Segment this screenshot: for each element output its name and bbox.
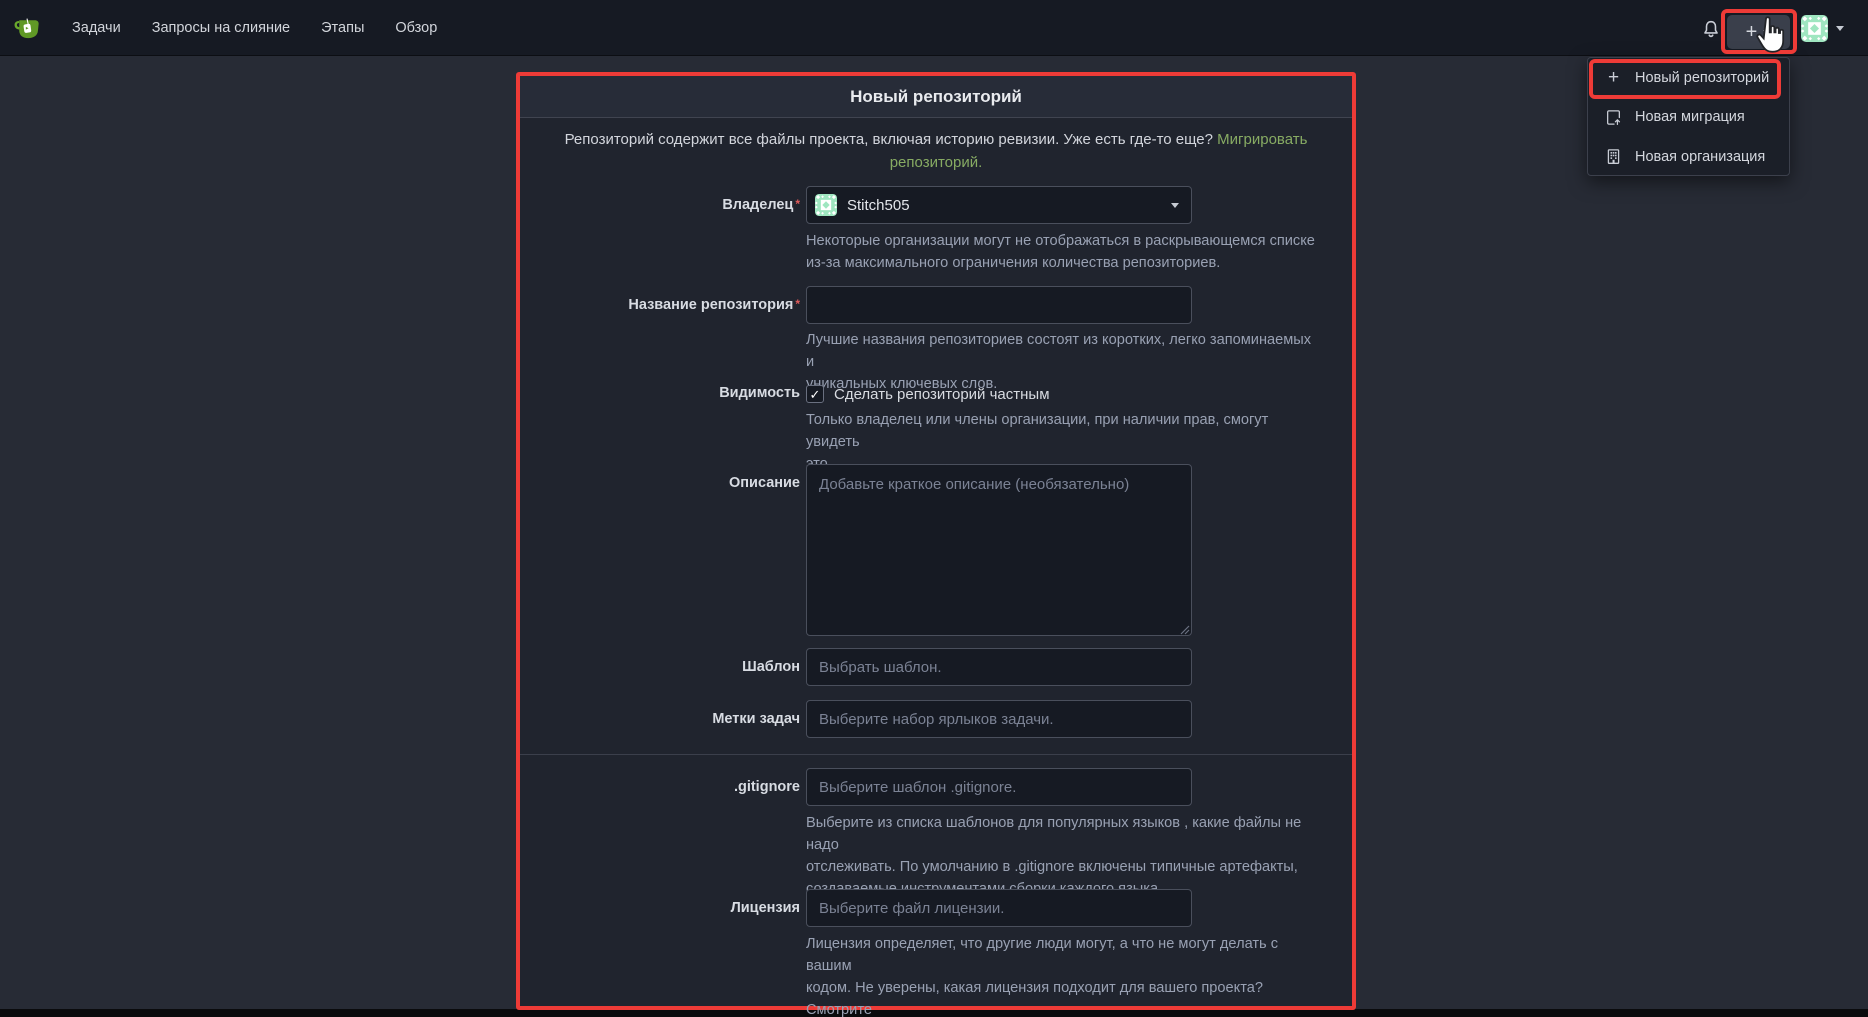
organization-icon — [1605, 148, 1622, 165]
private-checkbox[interactable]: ✓ — [806, 385, 824, 403]
template-input[interactable] — [806, 648, 1192, 686]
visibility-label: Видимость — [520, 385, 800, 401]
menu-item-label: Новая организация — [1635, 149, 1765, 165]
owner-value: Stitch505 — [847, 197, 1161, 214]
menu-item-new-migration[interactable]: Новая миграция — [1588, 98, 1789, 138]
issue-labels-input[interactable] — [806, 700, 1192, 738]
menu-item-new-repository[interactable]: + Новый репозиторий — [1588, 58, 1789, 98]
owner-label: Владелец* — [520, 197, 800, 213]
license-help: Лицензия определяет, что другие люди мог… — [806, 933, 1318, 1017]
migrate-repository-link[interactable]: репозиторий. — [890, 154, 983, 171]
required-asterisk: * — [795, 297, 800, 311]
description-label: Описание — [520, 475, 800, 491]
gitignore-label: .gitignore — [520, 779, 800, 795]
notifications-bell-icon[interactable] — [1700, 18, 1722, 40]
new-repository-panel: Новый репозиторий Репозиторий содержит в… — [516, 72, 1356, 1010]
gitignore-input[interactable] — [806, 768, 1192, 806]
plus-icon: + — [1746, 22, 1758, 42]
panel-header: Новый репозиторий — [520, 76, 1352, 118]
menu-item-label: Новый репозиторий — [1635, 70, 1769, 86]
owner-help: Некоторые организации могут не отображат… — [806, 230, 1318, 274]
plus-icon: + — [1605, 69, 1622, 86]
visibility-row: ✓ Сделать репозиторий частным — [806, 381, 1050, 407]
screen: Задачи Запросы на слияние Этапы Обзор + — [0, 0, 1868, 1017]
nav-milestones[interactable]: Этапы — [321, 20, 364, 36]
form-intro-text: Репозиторий содержит все файлы проекта, … — [556, 128, 1316, 174]
navbar: Задачи Запросы на слияние Этапы Обзор + — [0, 0, 1868, 56]
user-menu-chevron-icon[interactable] — [1836, 26, 1844, 31]
user-avatar[interactable] — [1801, 15, 1828, 42]
chevron-down-icon — [1763, 30, 1771, 35]
gitea-logo-icon[interactable] — [13, 14, 41, 42]
intro-text: Репозиторий содержит все файлы проекта, … — [565, 131, 1213, 148]
create-new-button[interactable]: + — [1727, 15, 1790, 49]
resize-handle[interactable] — [1178, 622, 1190, 634]
chevron-down-icon — [1171, 203, 1179, 208]
required-asterisk: * — [795, 197, 800, 211]
private-checkbox-label[interactable]: Сделать репозиторий частным — [834, 386, 1050, 403]
main-nav: Задачи Запросы на слияние Этапы Обзор — [72, 0, 437, 56]
nav-pull-requests[interactable]: Запросы на слияние — [152, 20, 290, 36]
nav-explore[interactable]: Обзор — [395, 20, 437, 36]
license-input[interactable] — [806, 889, 1192, 927]
owner-select[interactable]: Stitch505 — [806, 186, 1192, 224]
template-label: Шаблон — [520, 659, 800, 675]
section-divider — [520, 754, 1352, 755]
gitignore-help: Выберите из списка шаблонов для популярн… — [806, 812, 1318, 900]
menu-item-label: Новая миграция — [1635, 109, 1745, 125]
repo-name-input[interactable] — [806, 286, 1192, 324]
owner-avatar — [815, 194, 837, 216]
issue-labels-label: Метки задач — [520, 711, 800, 727]
checkmark-icon: ✓ — [810, 388, 821, 401]
menu-item-new-organization[interactable]: Новая организация — [1588, 137, 1789, 177]
repo-name-label: Название репозитория* — [520, 297, 800, 313]
description-textarea[interactable] — [806, 464, 1192, 636]
page-title: Новый репозиторий — [850, 87, 1022, 107]
license-label: Лицензия — [520, 900, 800, 916]
create-new-dropdown: + Новый репозиторий Новая миграция — [1587, 57, 1790, 176]
migrate-repository-link[interactable]: Мигрировать — [1217, 131, 1307, 148]
migrate-icon — [1605, 109, 1622, 126]
nav-issues[interactable]: Задачи — [72, 20, 121, 36]
